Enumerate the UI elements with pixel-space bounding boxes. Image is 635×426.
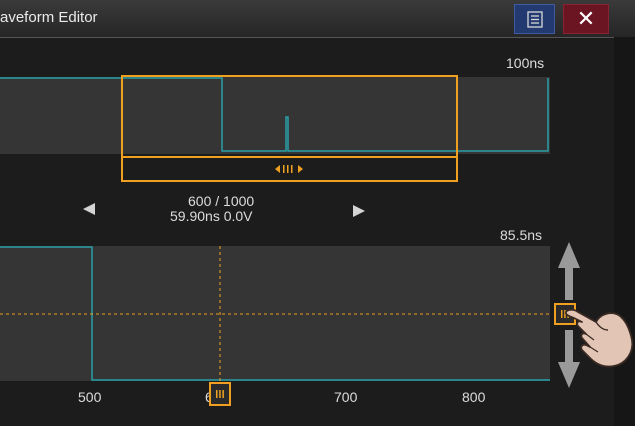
x-tick-700: 700 [334, 389, 358, 405]
menu-button[interactable] [514, 4, 555, 34]
cursor-readout: 59.90ns 0.0V [170, 208, 253, 224]
detail-time-scale: 85.5ns [500, 227, 543, 243]
triangle-right-icon[interactable] [352, 204, 366, 218]
detail-trace [0, 246, 550, 381]
triangle-left-icon[interactable] [82, 202, 96, 216]
overview-time-scale: 100ns [506, 55, 545, 71]
overview-scroll-slider[interactable] [121, 156, 458, 182]
x-tick-800: 800 [462, 389, 486, 405]
grip-icon [216, 390, 224, 398]
sample-position: 600 / 1000 [188, 193, 255, 209]
time-cursor-handle[interactable] [209, 382, 231, 406]
x-tick-500: 500 [78, 389, 102, 405]
detail-waveform-panel[interactable] [0, 246, 550, 381]
pointing-hand-icon [564, 308, 634, 368]
close-icon: ✕ [576, 6, 596, 31]
grip-icon [275, 165, 303, 173]
overview-zoom-window[interactable] [121, 75, 458, 158]
window-title: aveform Editor [0, 9, 98, 26]
list-icon [527, 11, 543, 28]
title-bar: aveform Editor ✕ [0, 0, 635, 38]
arrow-up-icon [558, 242, 580, 300]
close-button[interactable]: ✕ [563, 4, 609, 34]
